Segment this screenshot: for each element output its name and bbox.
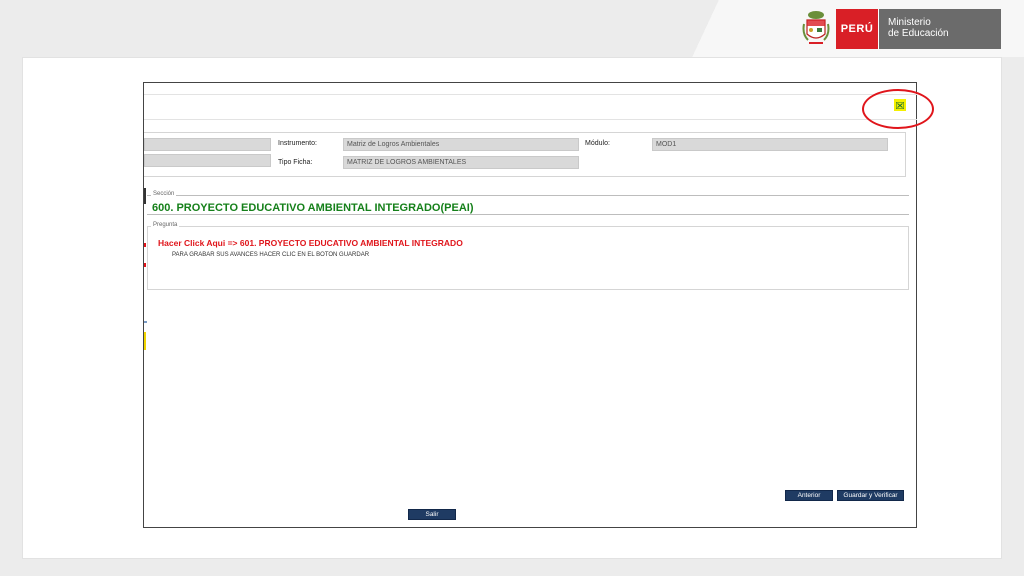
modulo-label: Módulo:	[585, 140, 610, 147]
tipo-ficha-label: Tipo Ficha:	[278, 159, 313, 166]
save-instruction: PARA GRABAR SUS AVANCES HACER CLIC EN EL…	[172, 252, 370, 258]
section-rule-bottom	[147, 214, 909, 215]
toolbar-divider-bottom	[144, 119, 917, 120]
peru-label: PERÚ	[836, 9, 878, 49]
field-left-2	[144, 154, 271, 167]
section-rule-top	[147, 195, 909, 196]
modulo-field: MOD1	[652, 138, 888, 151]
red-edge-mark-1	[144, 243, 146, 247]
blue-edge-mark	[144, 321, 147, 323]
ministry-line-1: Ministerio	[888, 17, 931, 28]
red-edge-mark-2	[144, 263, 146, 267]
left-edge-mark	[144, 188, 146, 204]
instrumento-label: Instrumento:	[278, 140, 317, 147]
section-legend: Sección	[151, 191, 177, 197]
anterior-button[interactable]: Anterior	[785, 490, 833, 501]
yellow-edge-mark	[144, 332, 146, 350]
ministry-name: Ministerio de Educación	[878, 9, 1001, 49]
slide-header: PERÚ Ministerio de Educación	[0, 0, 1024, 57]
toolbar-divider-top	[144, 94, 917, 95]
salir-button[interactable]: Salir	[408, 509, 456, 520]
section-title: 600. PROYECTO EDUCATIVO AMBIENTAL INTEGR…	[152, 202, 474, 214]
question-box	[147, 226, 909, 290]
field-left-1	[144, 138, 271, 151]
highlight-circle	[862, 89, 934, 129]
app-window: Instrumento: Matriz de Logros Ambientale…	[143, 82, 934, 528]
guardar-verificar-button[interactable]: Guardar y Verificar	[837, 490, 904, 501]
coat-of-arms-icon	[800, 9, 832, 49]
tipo-ficha-field: MATRIZ DE LOGROS AMBIENTALES	[343, 156, 579, 169]
instrumento-field: Matriz de Logros Ambientales	[343, 138, 579, 151]
minedu-logo: PERÚ Ministerio de Educación	[800, 9, 1001, 49]
ministry-line-2: de Educación	[888, 28, 949, 39]
question-link[interactable]: Hacer Click Aqui => 601. PROYECTO EDUCAT…	[158, 238, 463, 248]
